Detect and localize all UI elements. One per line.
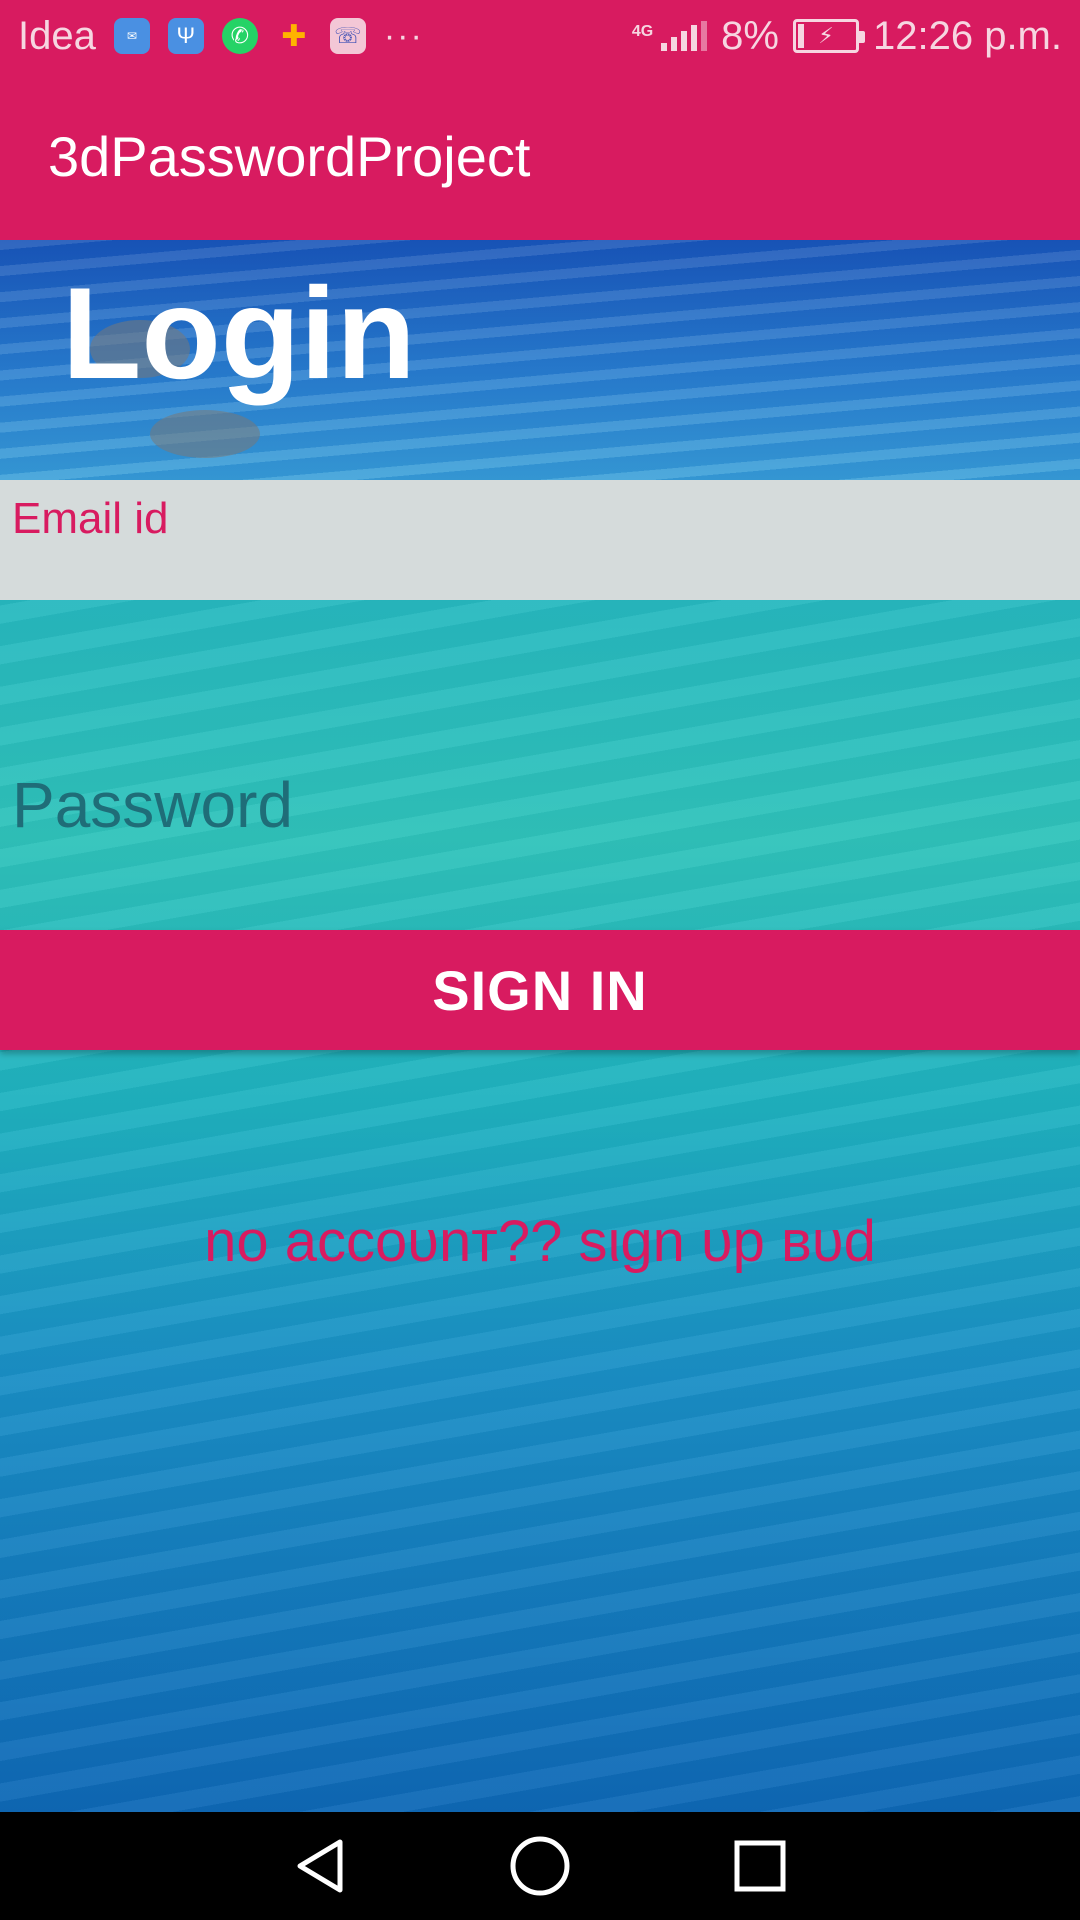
network-type: 4G: [631, 22, 654, 40]
puzzle-icon: ✚: [281, 19, 307, 53]
battery-percent: 8%: [721, 13, 779, 58]
phone-icon: ☏: [329, 18, 366, 54]
footprint-decoration: [150, 410, 260, 458]
app-title: 3dPasswordProject: [48, 124, 531, 188]
signal-icon: [661, 21, 708, 51]
password-field: [0, 600, 1080, 930]
more-notifications-icon: ···: [383, 16, 424, 55]
back-icon[interactable]: [285, 1831, 355, 1901]
carrier-name: Idea: [18, 13, 96, 58]
clock: 12:26 p.m.: [872, 13, 1062, 58]
status-left: Idea ✉ Ψ ✆ ✚ ☏ ···: [18, 14, 632, 59]
email-field[interactable]: Email id: [0, 480, 1080, 600]
recents-icon[interactable]: [725, 1831, 795, 1901]
whatsapp-icon: ✆: [221, 18, 258, 54]
email-icon: ✉: [113, 18, 150, 54]
signup-link[interactable]: no accoυnт?? sιgn υp вυd: [0, 1208, 1080, 1275]
usb-icon: Ψ: [167, 18, 204, 54]
status-right: 4G 8% ⚡ 12:26 p.m.: [632, 14, 1062, 59]
battery-icon: ⚡: [792, 19, 865, 53]
email-label: Email id: [12, 494, 169, 543]
login-heading: Login: [62, 260, 416, 406]
navigation-bar: [0, 1812, 1080, 1920]
home-icon[interactable]: [505, 1831, 575, 1901]
status-bar: Idea ✉ Ψ ✆ ✚ ☏ ··· 4G 8% ⚡ 12:26 p.m.: [0, 0, 1080, 72]
password-input[interactable]: [12, 768, 1062, 842]
app-bar: 3dPasswordProject: [0, 72, 1080, 240]
sign-in-button[interactable]: SIGN IN: [0, 930, 1080, 1050]
